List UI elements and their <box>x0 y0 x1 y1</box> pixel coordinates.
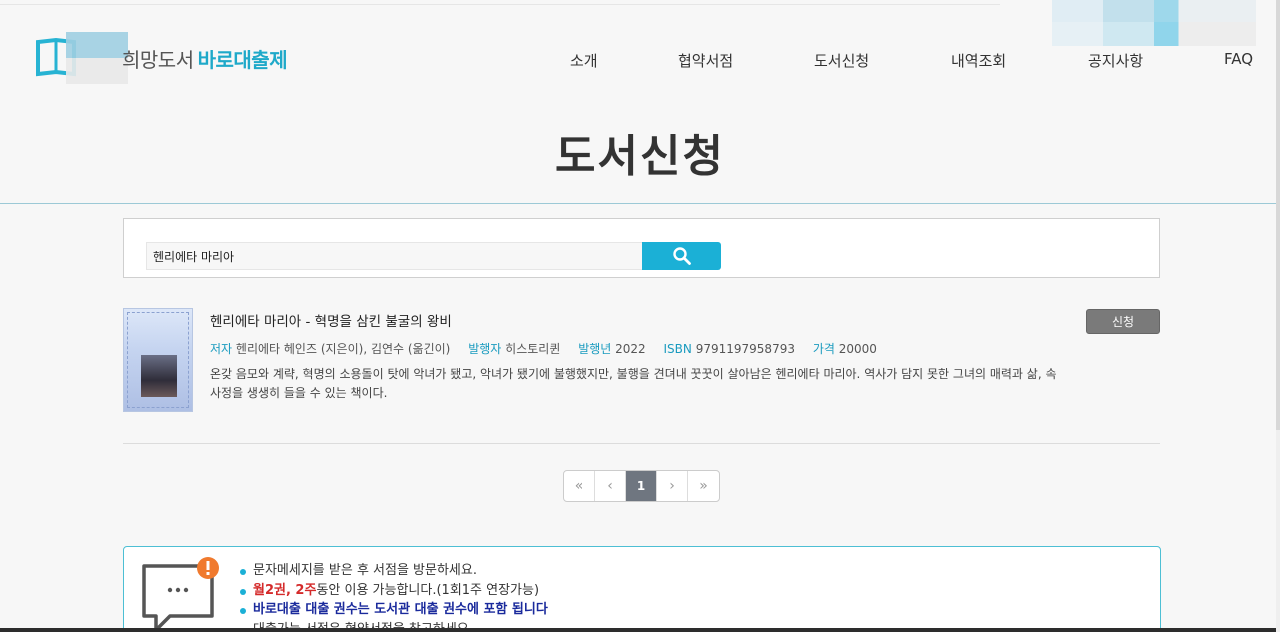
bottom-bar <box>0 628 1280 632</box>
year-value: 2022 <box>615 342 646 356</box>
scrollbar-thumb[interactable] <box>1276 0 1280 430</box>
nav-item-intro[interactable]: 소개 <box>570 50 598 71</box>
price-value: 20000 <box>838 342 877 356</box>
blurred-logo-mark <box>66 32 128 84</box>
top-divider <box>0 4 1000 5</box>
logo-text-brand: 바로대출제 <box>197 48 288 72</box>
isbn-value: 9791197958793 <box>695 342 795 356</box>
search-button[interactable] <box>642 242 721 270</box>
notice-box: 문자메세지를 받은 후 서점을 방문하세요. 월2권, 2주동안 이용 가능합니… <box>123 546 1161 632</box>
notice-highlight-navy: 바로대출 대출 권수는 도서관 대출 권수에 포함 됩니다 <box>253 602 548 617</box>
notice-item: 바로대출 대출 권수는 도서관 대출 권수에 포함 됩니다 <box>240 600 548 620</box>
pagination-page-current[interactable]: 1 <box>626 471 657 501</box>
book-meta: 저자 헨리에타 헤인즈 (지은이), 김연수 (옮긴이) 발행자 히스토리퀸 발… <box>210 340 891 357</box>
title-divider <box>0 203 1280 204</box>
book-description: 온갖 음모와 계략, 혁명의 소용돌이 탓에 악녀가 됐고, 악녀가 됐기에 불… <box>210 367 1057 400</box>
author-value: 헨리에타 헤인즈 (지은이), 김연수 (옮긴이) <box>235 342 451 356</box>
logo-text-primary: 희망도서 <box>122 48 194 72</box>
nav-item-notices[interactable]: 공지사항 <box>1088 50 1143 71</box>
notice-item: 월2권, 2주동안 이용 가능합니다.(1회1주 연장가능) <box>240 581 548 601</box>
pagination-first[interactable]: « <box>564 471 595 501</box>
publisher-label: 발행자 <box>468 342 502 356</box>
book-title: 헨리에타 마리아 - 혁명을 삼킨 불굴의 왕비 <box>210 314 452 330</box>
search-icon <box>673 247 691 265</box>
chat-alert-icon <box>142 557 219 632</box>
notice-item: 문자메세지를 받은 후 서점을 방문하세요. <box>240 561 548 581</box>
search-panel <box>123 218 1160 278</box>
publisher-value: 히스토리퀸 <box>505 342 561 356</box>
vertical-scrollbar[interactable] <box>1276 0 1280 632</box>
book-result-item: 헨리에타 마리아 - 혁명을 삼킨 불굴의 왕비 저자 헨리에타 헤인즈 (지은… <box>123 308 1160 442</box>
nav-item-partner-stores[interactable]: 협약서점 <box>678 50 733 71</box>
pagination-last[interactable]: » <box>688 471 719 501</box>
notice-list: 문자메세지를 받은 후 서점을 방문하세요. 월2권, 2주동안 이용 가능합니… <box>240 561 548 632</box>
notice-text: 문자메세지를 받은 후 서점을 방문하세요. <box>253 563 477 578</box>
isbn-label: ISBN <box>663 342 692 356</box>
notice-highlight-red: 월2권, 2주 <box>253 582 317 598</box>
site-header: 희망도서 바로대출제 소개 협약서점 도서신청 내역조회 공지사항 FAQ <box>0 20 1280 100</box>
logo-text: 희망도서 바로대출제 <box>122 44 288 73</box>
nav-item-faq[interactable]: FAQ <box>1224 50 1253 68</box>
book-cover-image[interactable] <box>123 308 193 412</box>
pagination: « ‹ 1 › » <box>563 470 720 502</box>
result-divider <box>123 443 1160 444</box>
apply-button[interactable]: 신청 <box>1086 309 1160 334</box>
cover-portrait <box>141 355 177 397</box>
pagination-next[interactable]: › <box>657 471 688 501</box>
price-label: 가격 <box>812 342 835 356</box>
nav-item-book-request[interactable]: 도서신청 <box>814 50 869 71</box>
page-title: 도서신청 <box>555 131 725 182</box>
notice-text: 동안 이용 가능합니다.(1회1주 연장가능) <box>316 582 540 598</box>
author-label: 저자 <box>210 342 233 356</box>
search-input[interactable] <box>146 242 643 270</box>
year-label: 발행년 <box>578 342 612 356</box>
nav-item-history[interactable]: 내역조회 <box>951 50 1006 71</box>
pagination-prev[interactable]: ‹ <box>595 471 626 501</box>
